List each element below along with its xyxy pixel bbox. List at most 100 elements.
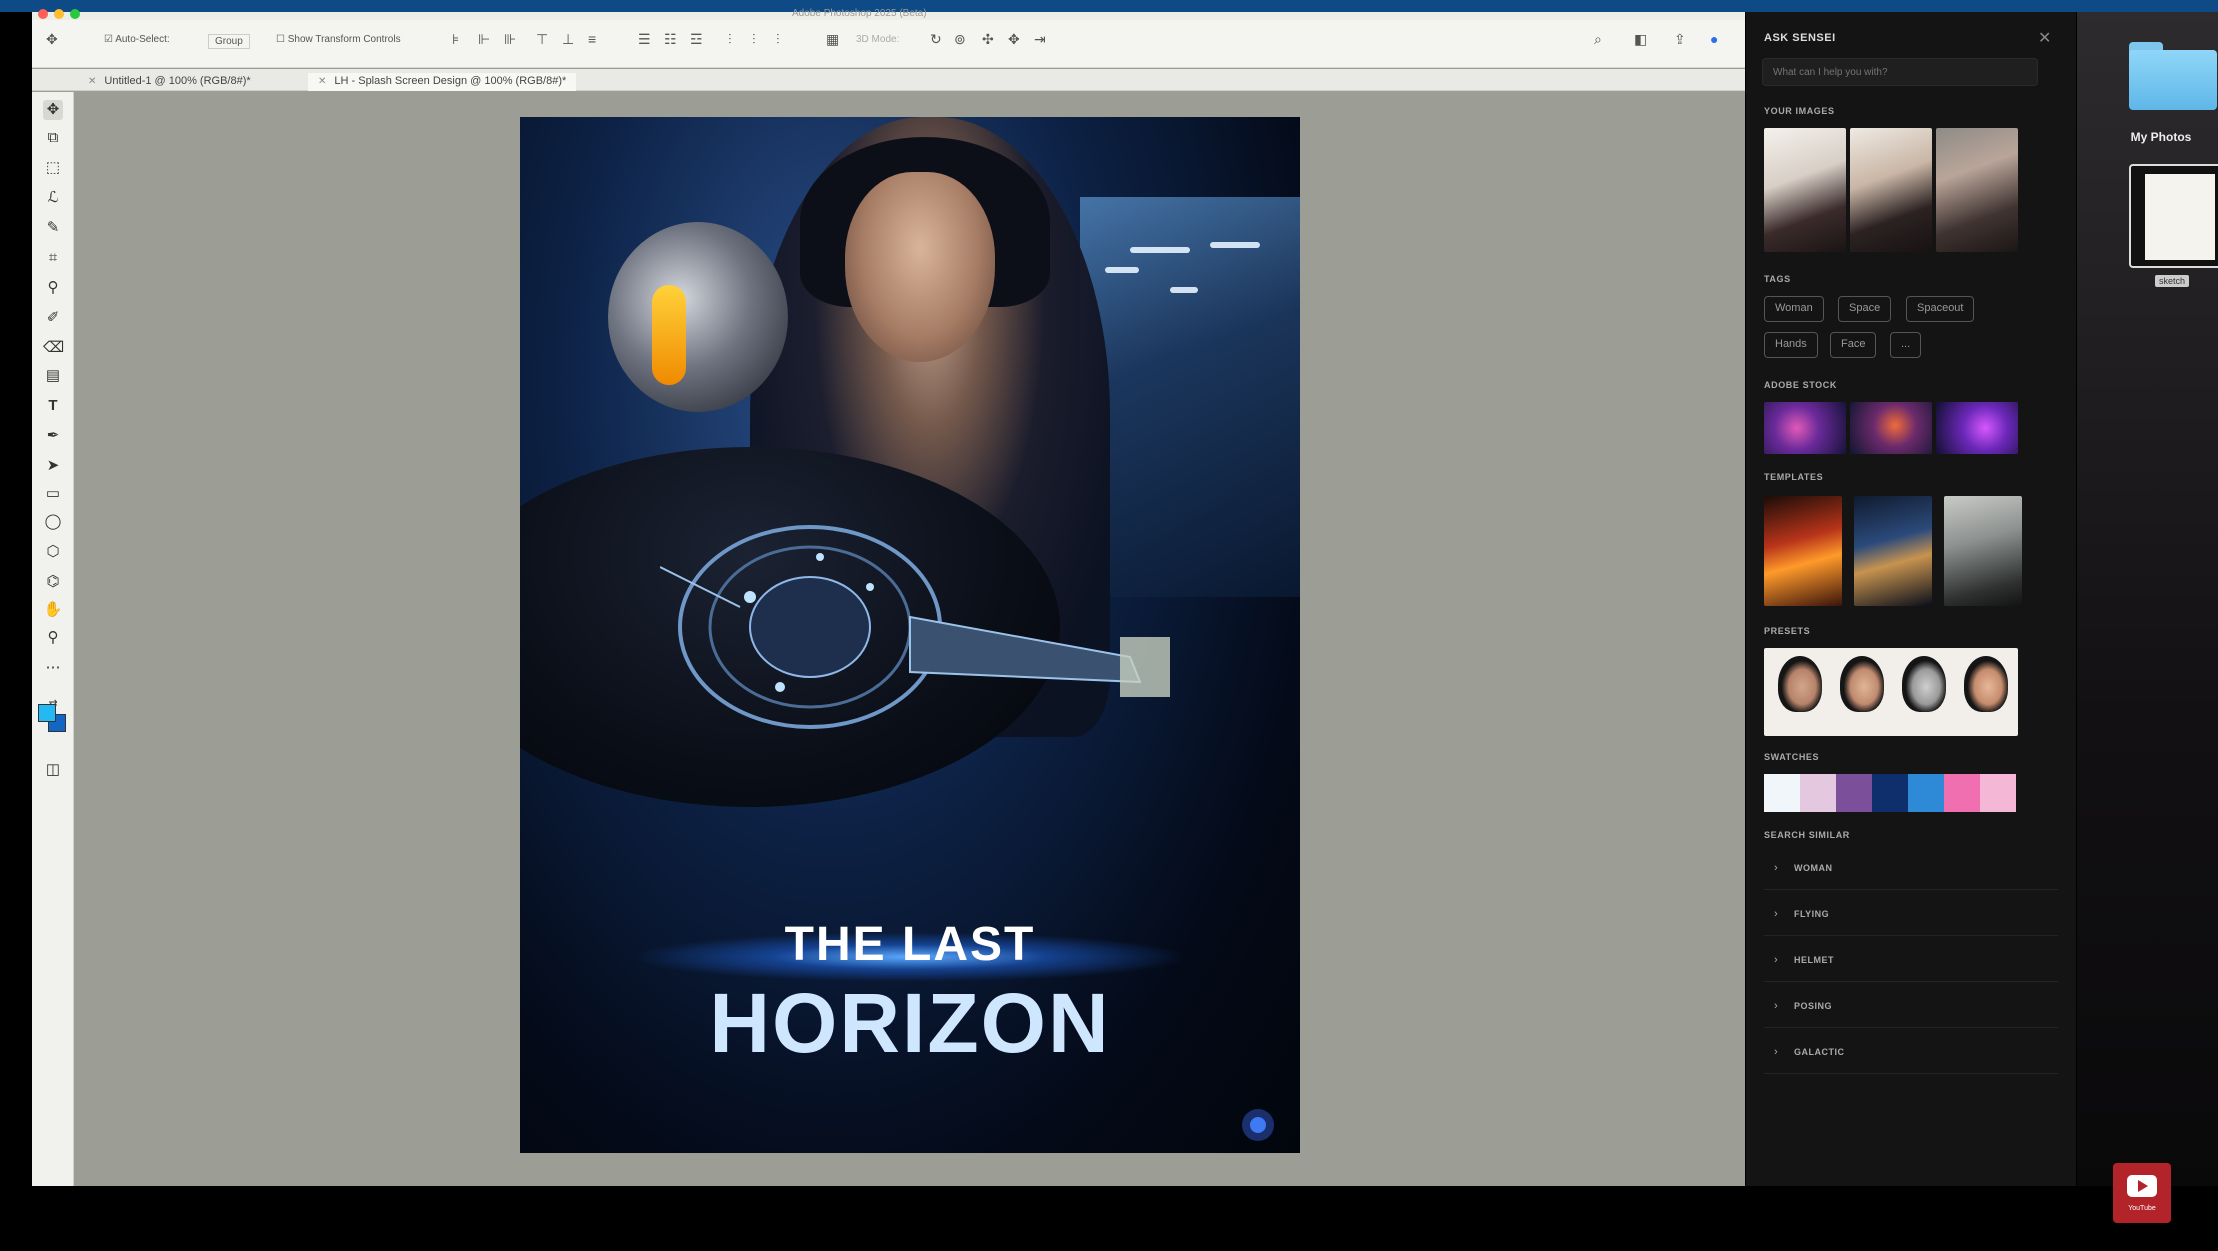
sensei-icon[interactable]: ●	[1710, 31, 1718, 47]
stock-thumbnail[interactable]	[1764, 402, 1846, 454]
template-thumbnail[interactable]	[1944, 496, 2022, 606]
polygon-tool-icon[interactable]: ⬡	[43, 542, 63, 562]
chevron-right-icon: ›	[1774, 1000, 1778, 1012]
distribute-spacing-alt-icon[interactable]: ⫶	[752, 31, 756, 48]
tab-splash-screen[interactable]: ✕ LH - Splash Screen Design @ 100% (RGB/8…	[308, 73, 577, 91]
similar-item[interactable]: › POSING	[1764, 988, 2058, 1028]
more-tools-icon[interactable]: ⋯	[43, 658, 63, 678]
similar-item[interactable]: › GALACTIC	[1764, 1034, 2058, 1074]
ask-sensei-panel: ASK SENSEI ✕ YOUR IMAGES TAGS Woman Spac…	[1746, 12, 2076, 1186]
image-thumbnail[interactable]	[1936, 128, 2018, 252]
color-swatch[interactable]	[1944, 774, 1980, 812]
zoom-window-button[interactable]	[70, 9, 80, 19]
path-select-tool-icon[interactable]: ➤	[43, 456, 63, 476]
chevron-right-icon: ›	[1774, 862, 1778, 874]
crop-tool-icon[interactable]: ⌗	[43, 248, 63, 268]
quick-select-tool-icon[interactable]: ✎	[43, 218, 63, 238]
zoom-tool-icon[interactable]: ⚲	[43, 628, 63, 648]
image-thumbnail[interactable]	[1850, 128, 1932, 252]
color-swatch[interactable]	[1872, 774, 1908, 812]
pen-tool-icon[interactable]: ✒	[43, 426, 63, 446]
type-tool-icon[interactable]: T	[43, 396, 63, 416]
color-swatch[interactable]	[1908, 774, 1944, 812]
ask-input[interactable]	[1762, 58, 2038, 86]
template-thumbnail[interactable]	[1854, 496, 1932, 606]
tag-chip[interactable]: Spaceout	[1906, 296, 1975, 322]
align-bottom-icon[interactable]: ≡	[588, 31, 596, 47]
tab-untitled-1[interactable]: ✕ Untitled-1 @ 100% (RGB/8#)*	[78, 73, 261, 91]
align-top-icon[interactable]: ⊤	[536, 31, 548, 48]
poster-woman-face	[845, 172, 995, 362]
color-swatch[interactable]	[1764, 774, 1800, 812]
folder-icon[interactable]	[2129, 42, 2217, 110]
tag-chip[interactable]: Woman	[1764, 296, 1824, 322]
tag-chip[interactable]: Face	[1830, 332, 1877, 358]
align-right-icon[interactable]: ⊪	[504, 31, 516, 48]
align-to-icon[interactable]: ▦	[826, 31, 839, 48]
close-window-button[interactable]	[38, 9, 48, 19]
tag-chip[interactable]: Space	[1838, 296, 1892, 322]
ellipse-tool-icon[interactable]: ◯	[43, 512, 63, 532]
distribute-spacing-icon[interactable]: ⫶	[728, 31, 732, 48]
minimize-window-button[interactable]	[54, 9, 64, 19]
stock-thumbnail[interactable]	[1936, 402, 2018, 454]
tag-chip[interactable]: Hands	[1764, 332, 1818, 358]
workspace-icon[interactable]: ◧	[1634, 31, 1647, 48]
move-tool-icon[interactable]: ✥	[43, 100, 63, 120]
canvas-sensei-button[interactable]	[1242, 1109, 1274, 1141]
close-tab-icon[interactable]: ✕	[88, 76, 96, 87]
align-left-icon[interactable]: ⊧	[452, 31, 459, 48]
poster-canvas[interactable]: THE LAST HORIZON	[520, 117, 1300, 1153]
marquee-tool-icon[interactable]: ⬚	[43, 158, 63, 178]
custom-shape-tool-icon[interactable]: ⌬	[43, 572, 63, 592]
tag-chip[interactable]: ...	[1890, 332, 1922, 358]
3d-scale-icon[interactable]: ⇥	[1034, 31, 1046, 48]
image-thumbnail[interactable]	[1764, 128, 1846, 252]
3d-orbit-icon[interactable]: ↻	[930, 31, 942, 48]
poster-spaceship	[660, 525, 1170, 729]
3d-roll-icon[interactable]: ⊚	[954, 31, 966, 48]
distribute-vertical-icon[interactable]: ☷	[664, 31, 677, 48]
gradient-tool-icon[interactable]: ▤	[43, 366, 63, 386]
close-tab-icon[interactable]: ✕	[318, 76, 326, 87]
auto-select-checkbox[interactable]: ☑ Auto-Select:	[104, 34, 170, 45]
youtube-watermark[interactable]: YouTube	[2113, 1163, 2171, 1223]
eraser-tool-icon[interactable]: ⌫	[43, 338, 64, 358]
hand-tool-icon[interactable]: ✋	[43, 600, 63, 620]
move-tool-icon[interactable]: ✥	[46, 31, 58, 48]
sketch-file-icon[interactable]	[2129, 164, 2218, 268]
3d-slide-icon[interactable]: ✥	[1008, 31, 1020, 48]
stock-thumbnail[interactable]	[1850, 402, 1932, 454]
close-icon[interactable]: ✕	[2038, 28, 2051, 48]
section-adobe-stock: ADOBE STOCK	[1764, 380, 1837, 390]
brush-tool-icon[interactable]: ✐	[43, 308, 63, 328]
presets-strip[interactable]	[1764, 648, 2018, 736]
show-transform-checkbox[interactable]: ☐ Show Transform Controls	[276, 34, 401, 45]
chevron-right-icon: ›	[1774, 954, 1778, 966]
auto-select-dropdown[interactable]: Group	[208, 34, 250, 49]
similar-item[interactable]: › FLYING	[1764, 896, 2058, 936]
color-swatch[interactable]	[1980, 774, 2016, 812]
similar-item[interactable]: › HELMET	[1764, 942, 2058, 982]
distribute-horizontal-icon[interactable]: ☲	[690, 31, 703, 48]
photoshop-window: Adobe Photoshop 2025 (Beta) ✥ ☑ Auto-Sel…	[32, 8, 1745, 1186]
similar-label: GALACTIC	[1794, 1047, 1845, 1057]
foreground-color-swatch[interactable]	[38, 704, 56, 722]
rectangle-tool-icon[interactable]: ▭	[43, 484, 63, 504]
template-thumbnail[interactable]	[1764, 496, 1842, 606]
share-icon[interactable]: ⇪	[1674, 31, 1686, 48]
quick-mask-icon[interactable]: ◫	[43, 760, 63, 780]
align-center-icon[interactable]: ⊩	[478, 31, 490, 48]
distribute-spacing-v-icon[interactable]: ⫶	[776, 31, 780, 48]
lasso-tool-icon[interactable]: ℒ	[43, 188, 63, 208]
3d-pan-icon[interactable]: ✣	[982, 31, 994, 48]
color-swatch[interactable]	[1800, 774, 1836, 812]
artboard-tool-icon[interactable]: ⧉	[43, 128, 63, 148]
color-swatch[interactable]	[1836, 774, 1872, 812]
preset-face-thumbnail	[1778, 656, 1822, 712]
search-icon[interactable]: ⌕	[1594, 31, 1602, 48]
align-middle-icon[interactable]: ⊥	[562, 31, 574, 48]
eyedropper-tool-icon[interactable]: ⚲	[43, 278, 63, 298]
distribute-icon[interactable]: ☰	[638, 31, 651, 48]
similar-item[interactable]: › WOMAN	[1764, 850, 2058, 890]
